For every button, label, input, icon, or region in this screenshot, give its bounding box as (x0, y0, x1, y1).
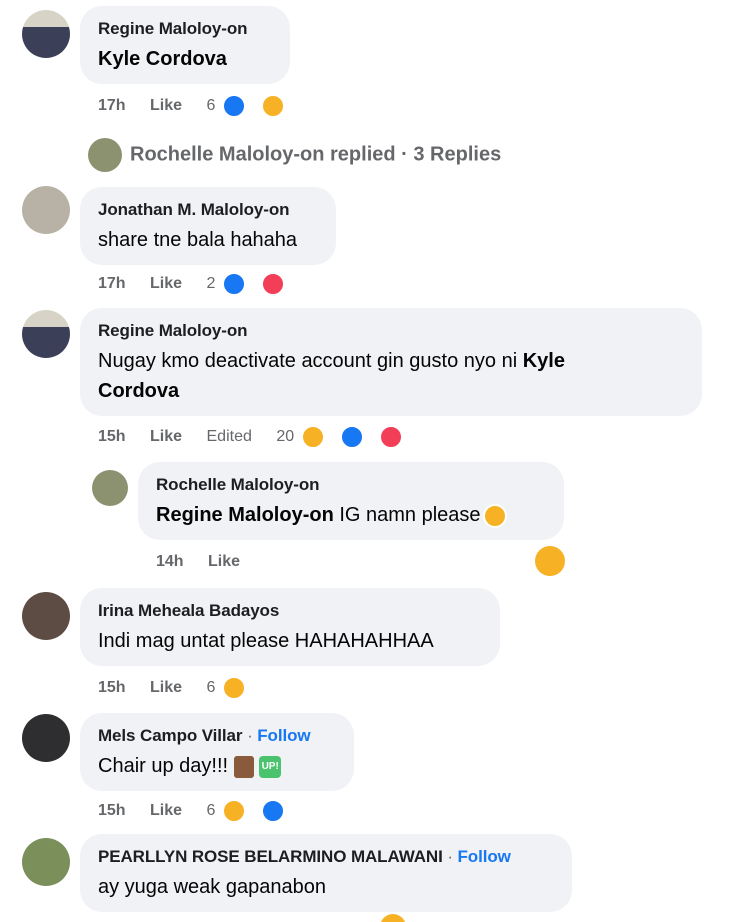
reply-bubble: Rochelle Maloloy-on Regine Maloloy-on IG… (138, 462, 564, 540)
haha-reaction-icon (300, 425, 325, 449)
like-reaction-icon (221, 94, 246, 118)
edited-label: Edited (206, 428, 252, 446)
like-reaction-icon (339, 425, 364, 449)
avatar[interactable] (22, 10, 70, 58)
comment-bubble: PEARLLYN ROSE BELARMINO MALAWANI · Follo… (80, 834, 572, 912)
comment-author[interactable]: Irina Meheala Badayos (98, 600, 482, 622)
like-reaction-icon (221, 272, 246, 296)
comment-bubble: Jonathan M. Maloloy-on share tne bala ha… (80, 187, 336, 265)
like-button[interactable]: Like (208, 553, 240, 570)
reply-actions: 14h Like (156, 552, 260, 572)
up-button-emoji-icon: UP! (259, 755, 282, 778)
love-reaction-icon (378, 425, 403, 449)
haha-reaction-icon[interactable] (535, 546, 565, 576)
mention-link[interactable]: Kyle Cordova (98, 48, 227, 70)
chair-emoji-icon (233, 755, 254, 778)
mention-link[interactable]: Regine Maloloy-on (156, 504, 334, 526)
like-button[interactable]: Like (150, 275, 182, 292)
reaction-count[interactable]: 6 (207, 97, 216, 114)
comment-text: ay yuga weak gapanabon (98, 876, 326, 898)
reaction-count[interactable]: 6 (207, 679, 216, 696)
reaction-count[interactable]: 20 (276, 428, 294, 445)
haha-reaction-icon (221, 676, 246, 700)
comment-author: Mels Campo Villar · Follow (98, 726, 311, 745)
avatar (88, 138, 122, 172)
comment-actions: 17h Like 6 (98, 94, 305, 118)
reaction-count[interactable]: 6 (207, 802, 216, 819)
comment-text: Indi mag untat please HAHAHAHHAA (98, 630, 434, 652)
comment-actions: 15h Like 6 (98, 799, 305, 823)
avatar[interactable] (92, 470, 128, 506)
avatar[interactable] (22, 186, 70, 234)
like-button[interactable]: Like (150, 428, 182, 445)
timestamp[interactable]: 15h (98, 802, 126, 819)
timestamp[interactable]: 15h (98, 428, 126, 445)
like-button[interactable]: Like (150, 97, 182, 114)
comment-actions: 17h Like 2 (98, 272, 305, 296)
comment-author[interactable]: Regine Maloloy-on (98, 320, 684, 342)
comment-bubble: Regine Maloloy-on Nugay kmo deactivate a… (80, 308, 702, 416)
follow-button[interactable]: Follow (458, 847, 511, 866)
comment-text: share tne bala hahaha (98, 229, 298, 251)
comment-text: Nugay kmo deactivate account gin gusto n… (98, 350, 565, 402)
comment-actions: 15h Like Edited 20 (98, 425, 423, 449)
haha-reaction-icon (260, 94, 285, 118)
timestamp[interactable]: 17h (98, 275, 126, 292)
like-button[interactable]: Like (150, 679, 182, 696)
mention-link[interactable]: Kyle (523, 350, 565, 372)
reply-author[interactable]: Rochelle Maloloy-on (156, 474, 546, 496)
comment-bubble: Mels Campo Villar · Follow Chair up day!… (80, 713, 354, 791)
like-button[interactable]: Like (150, 802, 182, 819)
reply-text: IG namn please (333, 504, 481, 526)
comment-author[interactable]: Regine Maloloy-on (98, 18, 272, 40)
view-replies[interactable]: Rochelle Maloloy-on replied · 3 Replies (88, 138, 501, 172)
avatar[interactable] (22, 838, 70, 886)
comment-bubble: Regine Maloloy-on Kyle Cordova (80, 6, 290, 84)
haha-reaction-icon[interactable] (380, 914, 406, 922)
timestamp[interactable]: 17h (98, 97, 126, 114)
avatar[interactable] (22, 592, 70, 640)
comment-actions: 15h Like 6 (98, 676, 266, 700)
comment-author[interactable]: Jonathan M. Maloloy-on (98, 199, 318, 221)
like-reaction-icon (260, 799, 285, 823)
follow-button[interactable]: Follow (257, 726, 310, 745)
love-reaction-icon (260, 272, 285, 296)
avatar[interactable] (22, 714, 70, 762)
haha-reaction-icon (221, 799, 246, 823)
comment-bubble: Irina Meheala Badayos Indi mag untat ple… (80, 588, 500, 666)
avatar[interactable] (22, 310, 70, 358)
haha-emoji-icon (482, 503, 507, 528)
replies-summary-text: Rochelle Maloloy-on replied · 3 Replies (130, 143, 502, 166)
comment-text: Chair up day!!! UP! (98, 751, 336, 781)
comment-author: PEARLLYN ROSE BELARMINO MALAWANI · Follo… (98, 847, 511, 866)
reaction-count[interactable]: 2 (207, 275, 216, 292)
timestamp[interactable]: 14h (156, 553, 184, 570)
mention-link[interactable]: Cordova (98, 380, 179, 402)
timestamp[interactable]: 15h (98, 679, 126, 696)
